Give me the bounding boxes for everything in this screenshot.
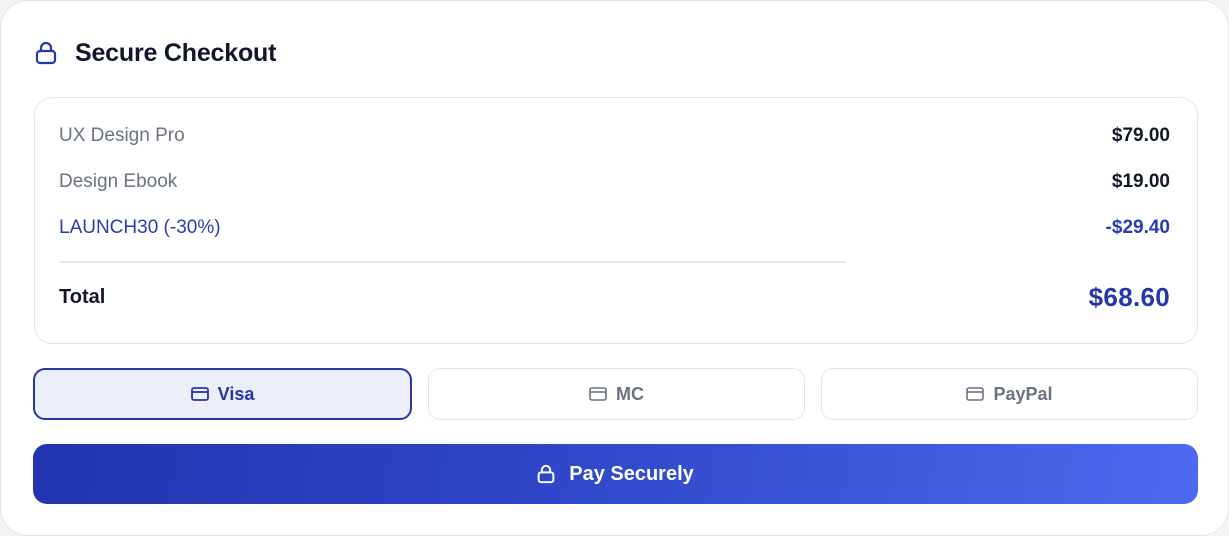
payment-method-label: MC — [616, 383, 644, 404]
checkout-card: Secure Checkout UX Design Pro $79.00 Des… — [0, 0, 1229, 536]
line-item-amount: $79.00 — [1111, 125, 1170, 146]
total-row: Total $68.60 — [59, 282, 1170, 313]
pay-button-label: Pay Securely — [569, 462, 694, 485]
line-item-amount: $19.00 — [1111, 171, 1170, 192]
payment-method-visa[interactable]: Visa — [33, 368, 412, 420]
discount-row: LAUNCH30 (-30%) -$29.40 — [59, 217, 1170, 239]
order-summary: UX Design Pro $79.00 Design Ebook $19.00… — [34, 97, 1198, 344]
payment-method-label: Visa — [217, 383, 255, 404]
discount-label: LAUNCH30 (-30%) — [59, 217, 221, 238]
line-item-label: UX Design Pro — [59, 125, 185, 146]
payment-method-mc[interactable]: MC — [428, 368, 805, 420]
divider — [59, 261, 846, 263]
page-title: Secure Checkout — [75, 38, 277, 67]
total-amount: $68.60 — [1088, 282, 1170, 312]
line-item: Design Ebook $19.00 — [59, 171, 1170, 193]
discount-amount: -$29.40 — [1105, 217, 1170, 238]
lock-icon — [537, 464, 555, 484]
payment-method-label: PayPal — [993, 383, 1053, 404]
pay-securely-button[interactable]: Pay Securely — [33, 444, 1198, 504]
lock-icon — [34, 40, 58, 66]
line-item: UX Design Pro $79.00 — [59, 125, 1170, 147]
credit-card-icon — [966, 387, 985, 401]
payment-methods: Visa MC PayPal — [33, 368, 1198, 420]
checkout-header: Secure Checkout — [34, 37, 276, 69]
total-label: Total — [59, 286, 106, 308]
line-item-label: Design Ebook — [59, 171, 178, 192]
payment-method-paypal[interactable]: PayPal — [821, 368, 1198, 420]
credit-card-icon — [589, 387, 607, 401]
credit-card-icon — [190, 387, 209, 401]
